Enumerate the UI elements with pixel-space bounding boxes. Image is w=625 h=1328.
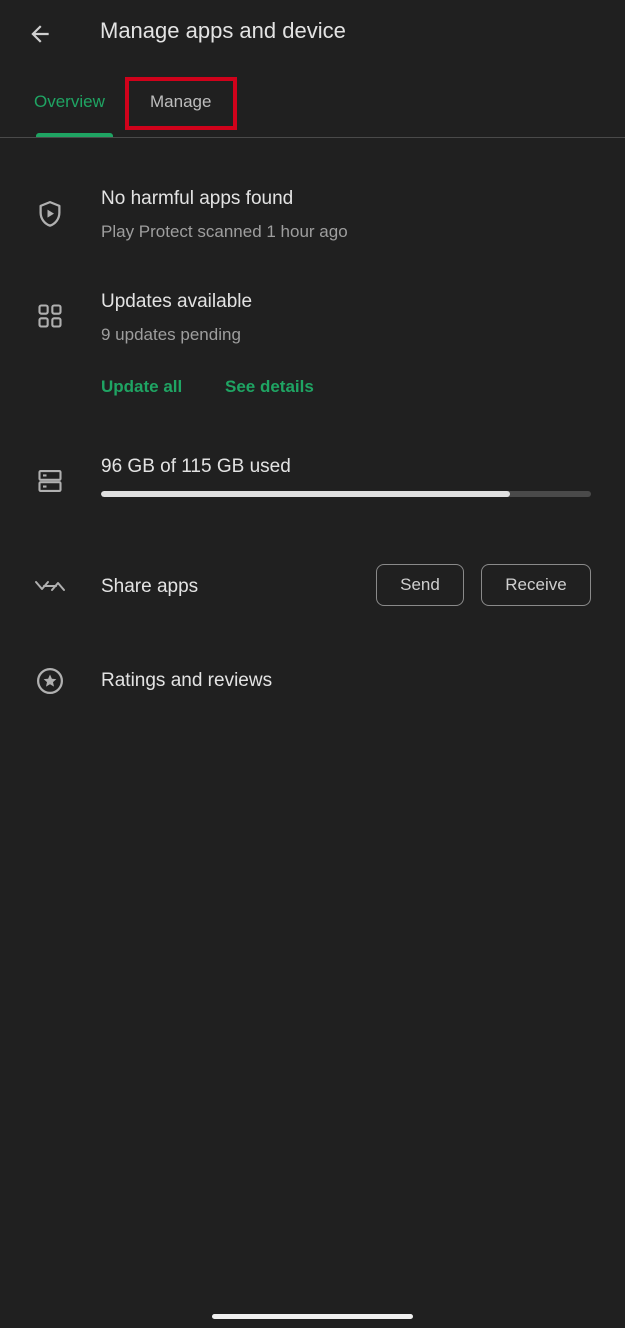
update-all-button[interactable]: Update all	[101, 377, 182, 397]
storage-progress-bar	[101, 491, 591, 497]
storage-icon	[30, 461, 70, 501]
storage-label[interactable]: 96 GB of 115 GB used	[101, 456, 291, 478]
updates-subtitle: 9 updates pending	[101, 325, 241, 344]
back-button[interactable]	[20, 14, 60, 54]
star-circle-icon	[30, 661, 70, 701]
nearby-share-icon	[30, 566, 70, 606]
updates-title[interactable]: Updates available	[101, 291, 252, 313]
shield-play-icon	[30, 194, 70, 234]
apps-grid-icon	[30, 296, 70, 336]
ratings-reviews-label[interactable]: Ratings and reviews	[101, 670, 272, 692]
home-indicator[interactable]	[212, 1314, 413, 1319]
storage-progress-fill	[101, 491, 511, 497]
manage-tab-highlight-box	[125, 77, 237, 130]
page-title: Manage apps and device	[100, 18, 346, 43]
receive-button[interactable]: Receive	[481, 564, 591, 606]
share-apps-label[interactable]: Share apps	[101, 576, 198, 598]
tab-overview[interactable]: Overview	[34, 92, 105, 112]
protect-title[interactable]: No harmful apps found	[101, 188, 293, 210]
tabs-divider	[0, 137, 625, 138]
see-details-button[interactable]: See details	[225, 377, 314, 397]
arrow-back-icon	[31, 25, 49, 43]
protect-subtitle: Play Protect scanned 1 hour ago	[101, 222, 348, 241]
send-button[interactable]: Send	[376, 564, 464, 606]
